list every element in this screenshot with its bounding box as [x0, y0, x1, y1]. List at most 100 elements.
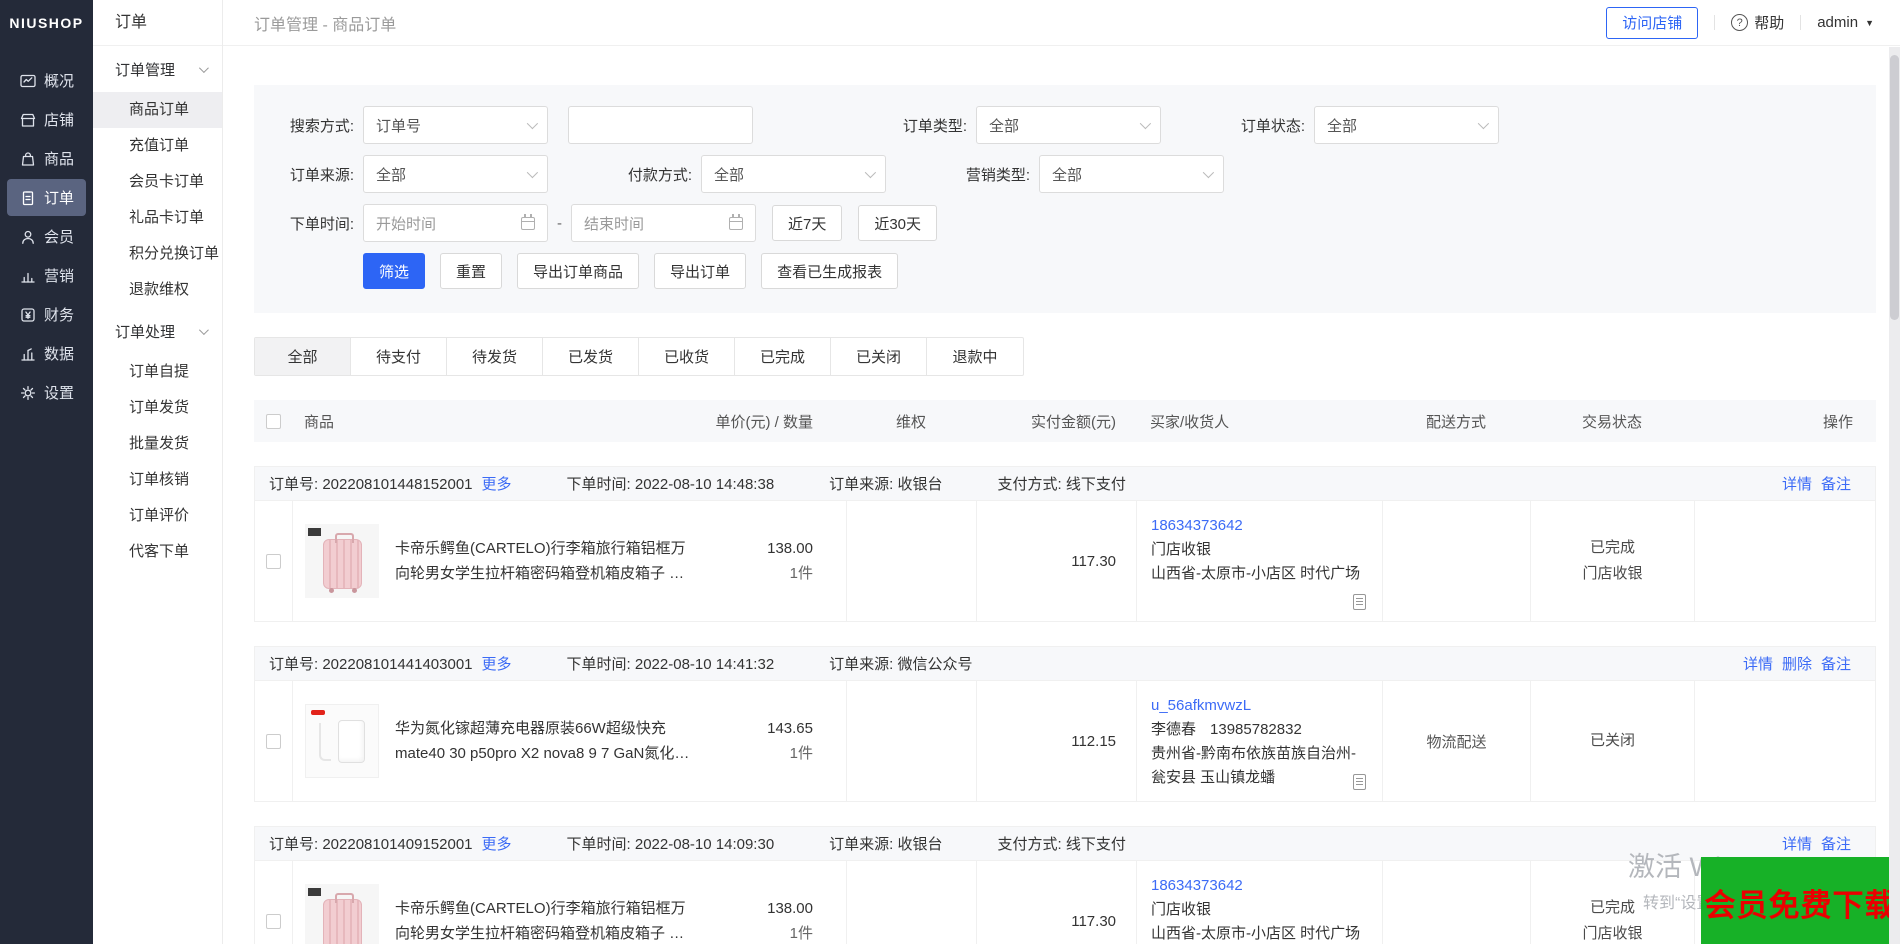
nav-item-settings[interactable]: 设置 — [7, 374, 86, 411]
nav-item-data[interactable]: 数据 — [7, 335, 86, 372]
scrollbar-thumb[interactable] — [1890, 55, 1899, 320]
order-row: 华为氮化镓超薄充电器原装66W超级快充mate40 30 p50pro X2 n… — [255, 681, 1875, 801]
delivery-method — [1383, 861, 1531, 944]
order-status-select[interactable]: 全部 — [1314, 106, 1499, 144]
order-source-select[interactable]: 全部 — [363, 155, 548, 193]
product-qty: 1件 — [789, 745, 813, 762]
tab-closed[interactable]: 已关闭 — [831, 338, 927, 375]
more-link[interactable]: 更多 — [482, 476, 512, 493]
nav-item-shop[interactable]: 店铺 — [7, 101, 86, 138]
submenu-item-order-verification[interactable]: 订单核销 — [93, 462, 222, 498]
copy-icon[interactable] — [1353, 594, 1366, 610]
start-date-input[interactable]: 开始时间 — [363, 204, 548, 242]
row-checkbox[interactable] — [266, 553, 281, 569]
buyer-account-link[interactable]: 18634373642 — [1151, 517, 1243, 534]
submenu-item-membercard-orders[interactable]: 会员卡订单 — [93, 164, 222, 200]
nav-label: 订单 — [43, 190, 74, 207]
help-menu[interactable]: ? 帮助 — [1731, 12, 1784, 33]
submenu-group-label: 订单处理 — [115, 323, 176, 341]
copy-icon[interactable] — [1353, 774, 1366, 790]
tab-all[interactable]: 全部 — [255, 338, 351, 375]
more-link[interactable]: 更多 — [482, 656, 512, 673]
row-checkbox[interactable] — [266, 913, 281, 929]
keyword-input[interactable] — [568, 106, 753, 144]
buyer-account-link[interactable]: 18634373642 — [1151, 877, 1243, 894]
ops-cell — [1695, 501, 1878, 621]
nav-item-goods[interactable]: 商品 — [7, 140, 86, 177]
submenu-group-order-processing[interactable]: 订单处理 — [93, 308, 222, 354]
export-order-goods-button[interactable]: 导出订单商品 — [517, 253, 640, 289]
app-root: NIUSHOP 概况 店铺 商品 订单 会员 营销 财务 数据 设置 订单 订单… — [0, 0, 1900, 944]
order-time: 2022-08-10 14:41:32 — [634, 656, 775, 673]
order-source: 收银台 — [897, 836, 943, 853]
search-method-select[interactable]: 订单号 — [363, 106, 548, 144]
remark-link[interactable]: 备注 — [1821, 473, 1851, 494]
chevron-down-icon — [864, 166, 877, 179]
search-method-label: 搜索方式: — [289, 117, 354, 135]
submenu-item-order-shipping[interactable]: 订单发货 — [93, 390, 222, 426]
pay-method-select[interactable]: 全部 — [701, 155, 886, 193]
submenu-item-order-pickup[interactable]: 订单自提 — [93, 354, 222, 390]
submenu-item-giftcard-orders[interactable]: 礼品卡订单 — [93, 200, 222, 236]
buyer-name: 李德春 — [1151, 721, 1197, 738]
main-area: 订单管理 - 商品订单 访问店铺 ? 帮助 admin ▼ 搜索方式: 订单号 … — [223, 0, 1900, 944]
tab-refunding[interactable]: 退款中 — [927, 338, 1023, 375]
submenu-group-order-management[interactable]: 订单管理 — [93, 46, 222, 92]
view-generated-reports-button[interactable]: 查看已生成报表 — [761, 253, 899, 289]
end-date-input[interactable]: 结束时间 — [571, 204, 756, 242]
user-menu[interactable]: admin ▼ — [1817, 14, 1874, 31]
filter-button[interactable]: 筛选 — [363, 253, 426, 289]
nav-item-finance[interactable]: 财务 — [7, 296, 86, 333]
row-checkbox[interactable] — [266, 733, 281, 749]
visit-shop-button[interactable]: 访问店铺 — [1606, 6, 1699, 39]
member-free-download-badge[interactable]: 会员免费下载 — [1701, 857, 1900, 944]
delivery-method — [1383, 501, 1531, 621]
product-qty: 1件 — [789, 565, 813, 582]
more-link[interactable]: 更多 — [482, 836, 512, 853]
submenu-item-order-reviews[interactable]: 订单评价 — [93, 498, 222, 534]
nav-item-orders[interactable]: 订单 — [7, 179, 86, 216]
select-all-checkbox[interactable] — [265, 413, 281, 429]
export-orders-button[interactable]: 导出订单 — [654, 253, 747, 289]
product-price: 143.65 — [767, 720, 813, 737]
table-header: 商品 单价(元) / 数量 维权 实付金额(元) 买家/收货人 配送方式 交易状… — [254, 400, 1876, 442]
submenu-item-batch-shipping[interactable]: 批量发货 — [93, 426, 222, 462]
nav-item-members[interactable]: 会员 — [7, 218, 86, 255]
submenu-item-goods-orders[interactable]: 商品订单 — [93, 92, 222, 128]
last-30-days-button[interactable]: 近30天 — [858, 205, 938, 241]
content: 搜索方式: 订单号 订单类型: 全部 订单状态: 全部 订单来源: 全部 付款方… — [223, 46, 1900, 944]
tab-shipped[interactable]: 已发货 — [543, 338, 639, 375]
submenu-item-points-orders[interactable]: 积分兑换订单 — [93, 236, 222, 272]
filter-row-1: 搜索方式: 订单号 订单类型: 全部 订单状态: 全部 — [278, 106, 1852, 144]
col-buyer: 买家/收货人 — [1150, 413, 1230, 431]
settings-icon — [19, 384, 37, 402]
nav-label: 营销 — [43, 268, 74, 285]
select-value: 全部 — [989, 117, 1020, 135]
paid-amount: 117.30 — [977, 501, 1137, 621]
remark-link[interactable]: 备注 — [1821, 653, 1851, 674]
detail-link[interactable]: 详情 — [1782, 833, 1812, 854]
buyer-account-link[interactable]: u_56afkmvwzL — [1151, 697, 1251, 714]
detail-link[interactable]: 详情 — [1743, 653, 1773, 674]
tab-pending-shipment[interactable]: 待发货 — [447, 338, 543, 375]
nav-item-overview[interactable]: 概况 — [7, 62, 86, 99]
marketing-type-select[interactable]: 全部 — [1039, 155, 1224, 193]
reset-button[interactable]: 重置 — [440, 253, 503, 289]
divider — [1800, 15, 1802, 30]
submenu-item-proxy-order[interactable]: 代客下单 — [93, 534, 222, 570]
product-image — [305, 884, 379, 944]
order-type-select[interactable]: 全部 — [976, 106, 1161, 144]
submenu-item-recharge-orders[interactable]: 充值订单 — [93, 128, 222, 164]
tab-received[interactable]: 已收货 — [639, 338, 735, 375]
secondary-sidebar-title: 订单 — [93, 0, 222, 46]
remark-link[interactable]: 备注 — [1821, 833, 1851, 854]
detail-link[interactable]: 详情 — [1782, 473, 1812, 494]
submenu-item-refund-rights[interactable]: 退款维权 — [93, 272, 222, 308]
tab-pending-payment[interactable]: 待支付 — [351, 338, 447, 375]
paid-amount: 117.30 — [977, 861, 1137, 944]
delete-link[interactable]: 删除 — [1782, 653, 1812, 674]
tab-completed[interactable]: 已完成 — [735, 338, 831, 375]
last-7-days-button[interactable]: 近7天 — [772, 205, 843, 241]
vertical-scrollbar[interactable] — [1889, 47, 1900, 944]
nav-item-marketing[interactable]: 营销 — [7, 257, 86, 294]
